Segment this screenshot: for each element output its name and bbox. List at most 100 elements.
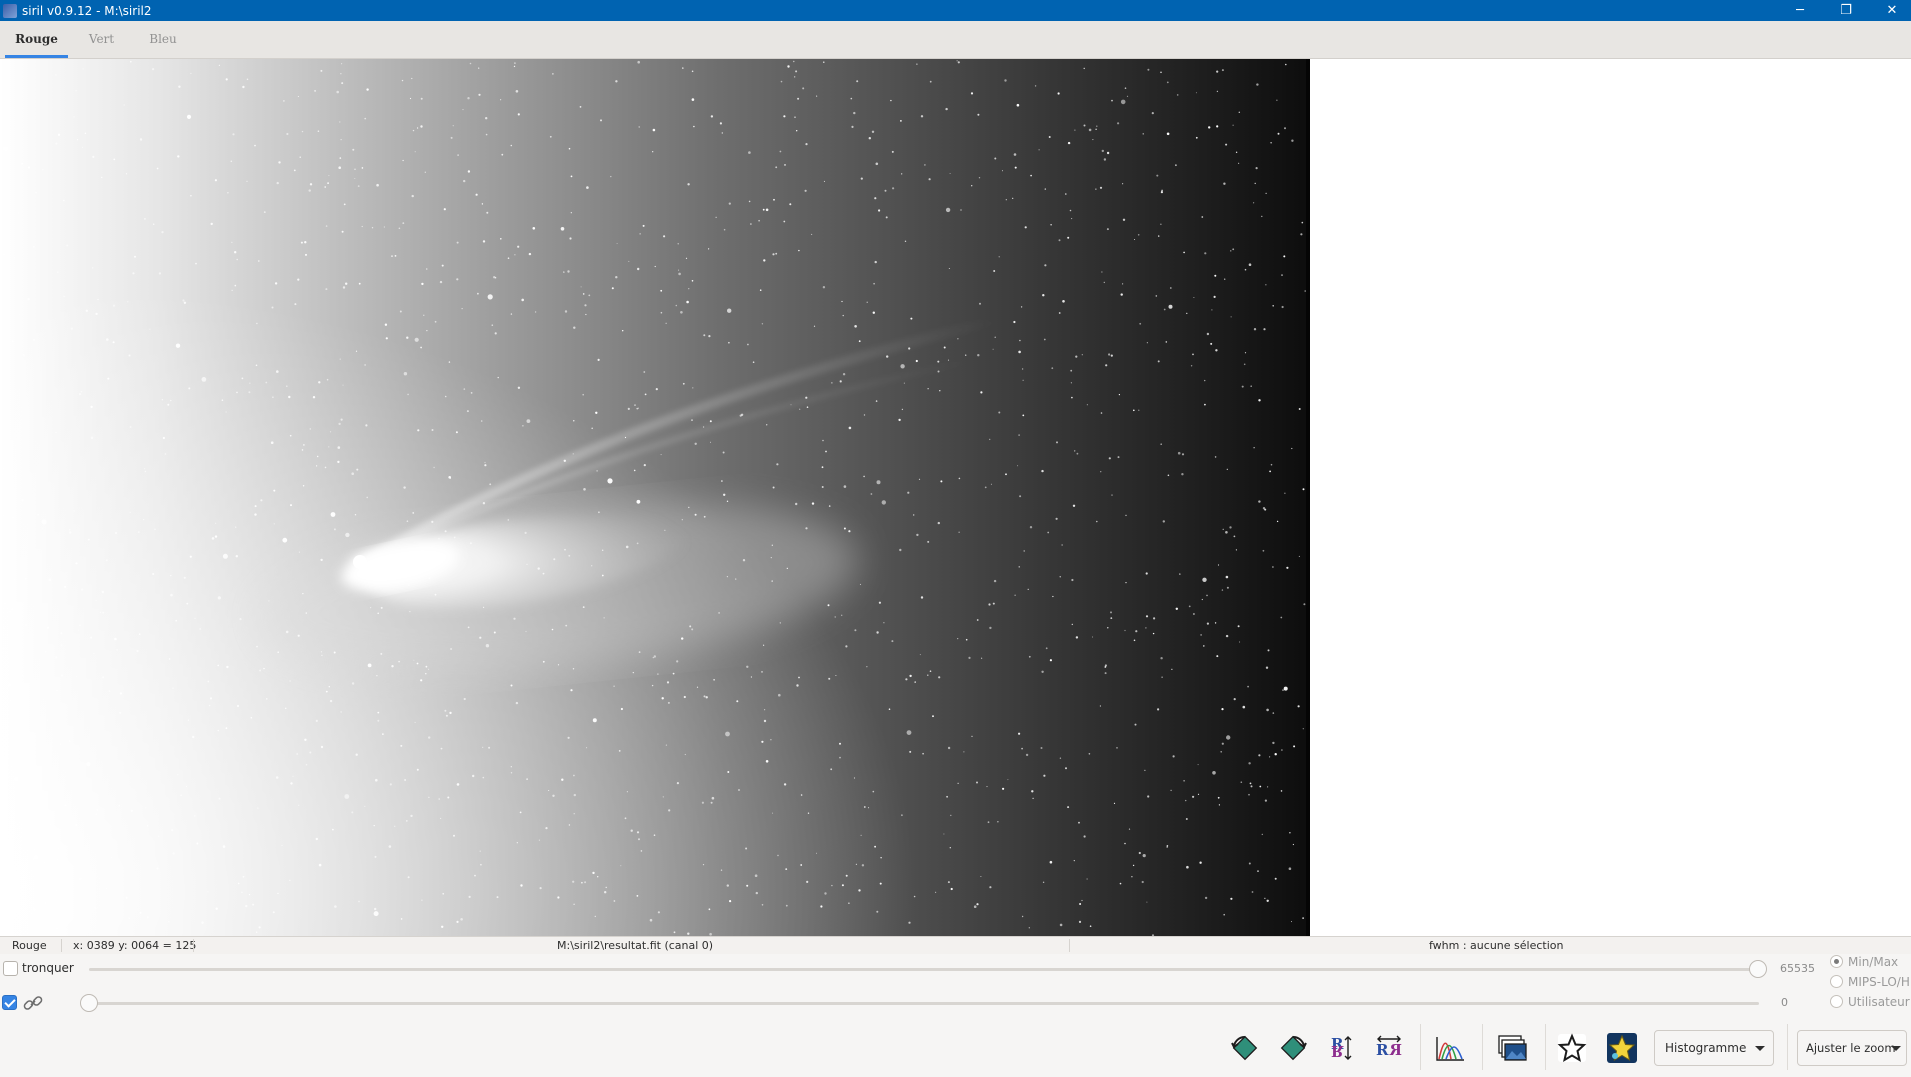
star — [239, 618, 242, 621]
star — [1113, 802, 1116, 805]
star — [94, 907, 96, 909]
star — [1272, 741, 1275, 745]
star — [1185, 818, 1188, 820]
star — [195, 262, 197, 265]
star — [325, 288, 328, 291]
star — [1192, 795, 1195, 798]
tab-vert[interactable]: Vert — [79, 21, 124, 58]
comet-image[interactable] — [0, 59, 1309, 936]
star — [305, 763, 308, 766]
star — [1253, 202, 1255, 204]
link-icon[interactable] — [22, 992, 44, 1017]
star — [385, 337, 388, 340]
star — [1161, 676, 1163, 678]
star — [987, 821, 990, 824]
star — [139, 138, 143, 141]
star — [1204, 379, 1206, 382]
star — [642, 224, 645, 227]
star — [738, 789, 740, 791]
minimize-button[interactable]: ─ — [1777, 0, 1823, 21]
mode-user-radio[interactable] — [1830, 995, 1843, 1008]
star — [494, 332, 497, 335]
star-colored-icon[interactable] — [1604, 1030, 1640, 1066]
high-slider-track[interactable] — [89, 968, 1759, 971]
star — [66, 244, 69, 247]
display-mode-combo[interactable]: Histogramme — [1654, 1030, 1774, 1066]
star — [302, 485, 305, 487]
star — [28, 166, 30, 169]
star — [820, 905, 823, 908]
star — [653, 834, 656, 836]
star — [1197, 764, 1199, 766]
tab-bleu[interactable]: Bleu — [140, 21, 186, 58]
rotate-right-icon[interactable] — [1275, 1030, 1311, 1066]
star — [1074, 450, 1076, 452]
star — [958, 531, 960, 533]
image-viewport[interactable] — [0, 59, 1911, 936]
star — [1044, 264, 1047, 267]
star — [582, 606, 585, 608]
star — [644, 393, 647, 396]
star — [1167, 474, 1170, 477]
star — [628, 260, 630, 262]
star — [105, 888, 108, 890]
star — [1029, 526, 1033, 529]
star — [303, 444, 305, 446]
star — [1088, 128, 1092, 132]
star — [1117, 456, 1120, 459]
star — [118, 805, 121, 807]
star — [420, 346, 422, 349]
star — [816, 95, 818, 97]
mirror-x-icon[interactable]: R R — [1323, 1030, 1359, 1066]
star — [115, 532, 117, 534]
low-slider-track[interactable] — [89, 1002, 1759, 1005]
close-button[interactable]: ✕ — [1869, 0, 1911, 21]
image-stack-icon[interactable] — [1494, 1030, 1530, 1066]
star — [326, 378, 329, 381]
mode-mips-radio[interactable] — [1830, 975, 1843, 988]
high-slider-knob[interactable] — [1749, 960, 1767, 978]
star — [1222, 528, 1224, 530]
star — [274, 282, 278, 285]
star — [805, 143, 808, 146]
mirror-y-icon[interactable]: R R — [1371, 1030, 1407, 1066]
histogram-chart-icon[interactable] — [1432, 1030, 1468, 1066]
rotate-left-icon[interactable] — [1227, 1030, 1263, 1066]
star — [727, 308, 732, 313]
star — [876, 480, 881, 485]
star — [57, 867, 59, 869]
star — [1071, 578, 1074, 582]
star — [517, 113, 520, 116]
star — [218, 797, 221, 800]
star — [553, 558, 556, 561]
star — [592, 718, 597, 723]
star — [196, 842, 199, 845]
star-outline-icon[interactable] — [1554, 1030, 1590, 1066]
star — [467, 626, 470, 629]
zoom-mode-combo[interactable]: Ajuster le zoom — [1797, 1030, 1907, 1066]
star — [1266, 708, 1269, 712]
star — [161, 399, 164, 401]
star — [1083, 124, 1086, 127]
star — [491, 324, 494, 327]
restore-button[interactable]: ❐ — [1823, 0, 1869, 21]
star — [497, 376, 499, 379]
star — [988, 603, 991, 606]
star — [1025, 753, 1029, 757]
star — [585, 313, 587, 316]
star — [90, 405, 93, 409]
star — [69, 529, 71, 531]
mode-minmax-radio[interactable] — [1830, 955, 1843, 968]
star — [1166, 132, 1170, 136]
star — [34, 848, 36, 850]
star — [1204, 252, 1207, 255]
tab-rouge[interactable]: Rouge — [5, 21, 68, 58]
star — [510, 684, 513, 687]
star — [765, 208, 769, 212]
star — [573, 793, 576, 797]
link-checkbox[interactable] — [2, 995, 17, 1010]
star — [453, 536, 456, 539]
clip-checkbox[interactable] — [3, 961, 18, 976]
star — [853, 777, 856, 779]
low-slider-knob[interactable] — [80, 994, 98, 1012]
